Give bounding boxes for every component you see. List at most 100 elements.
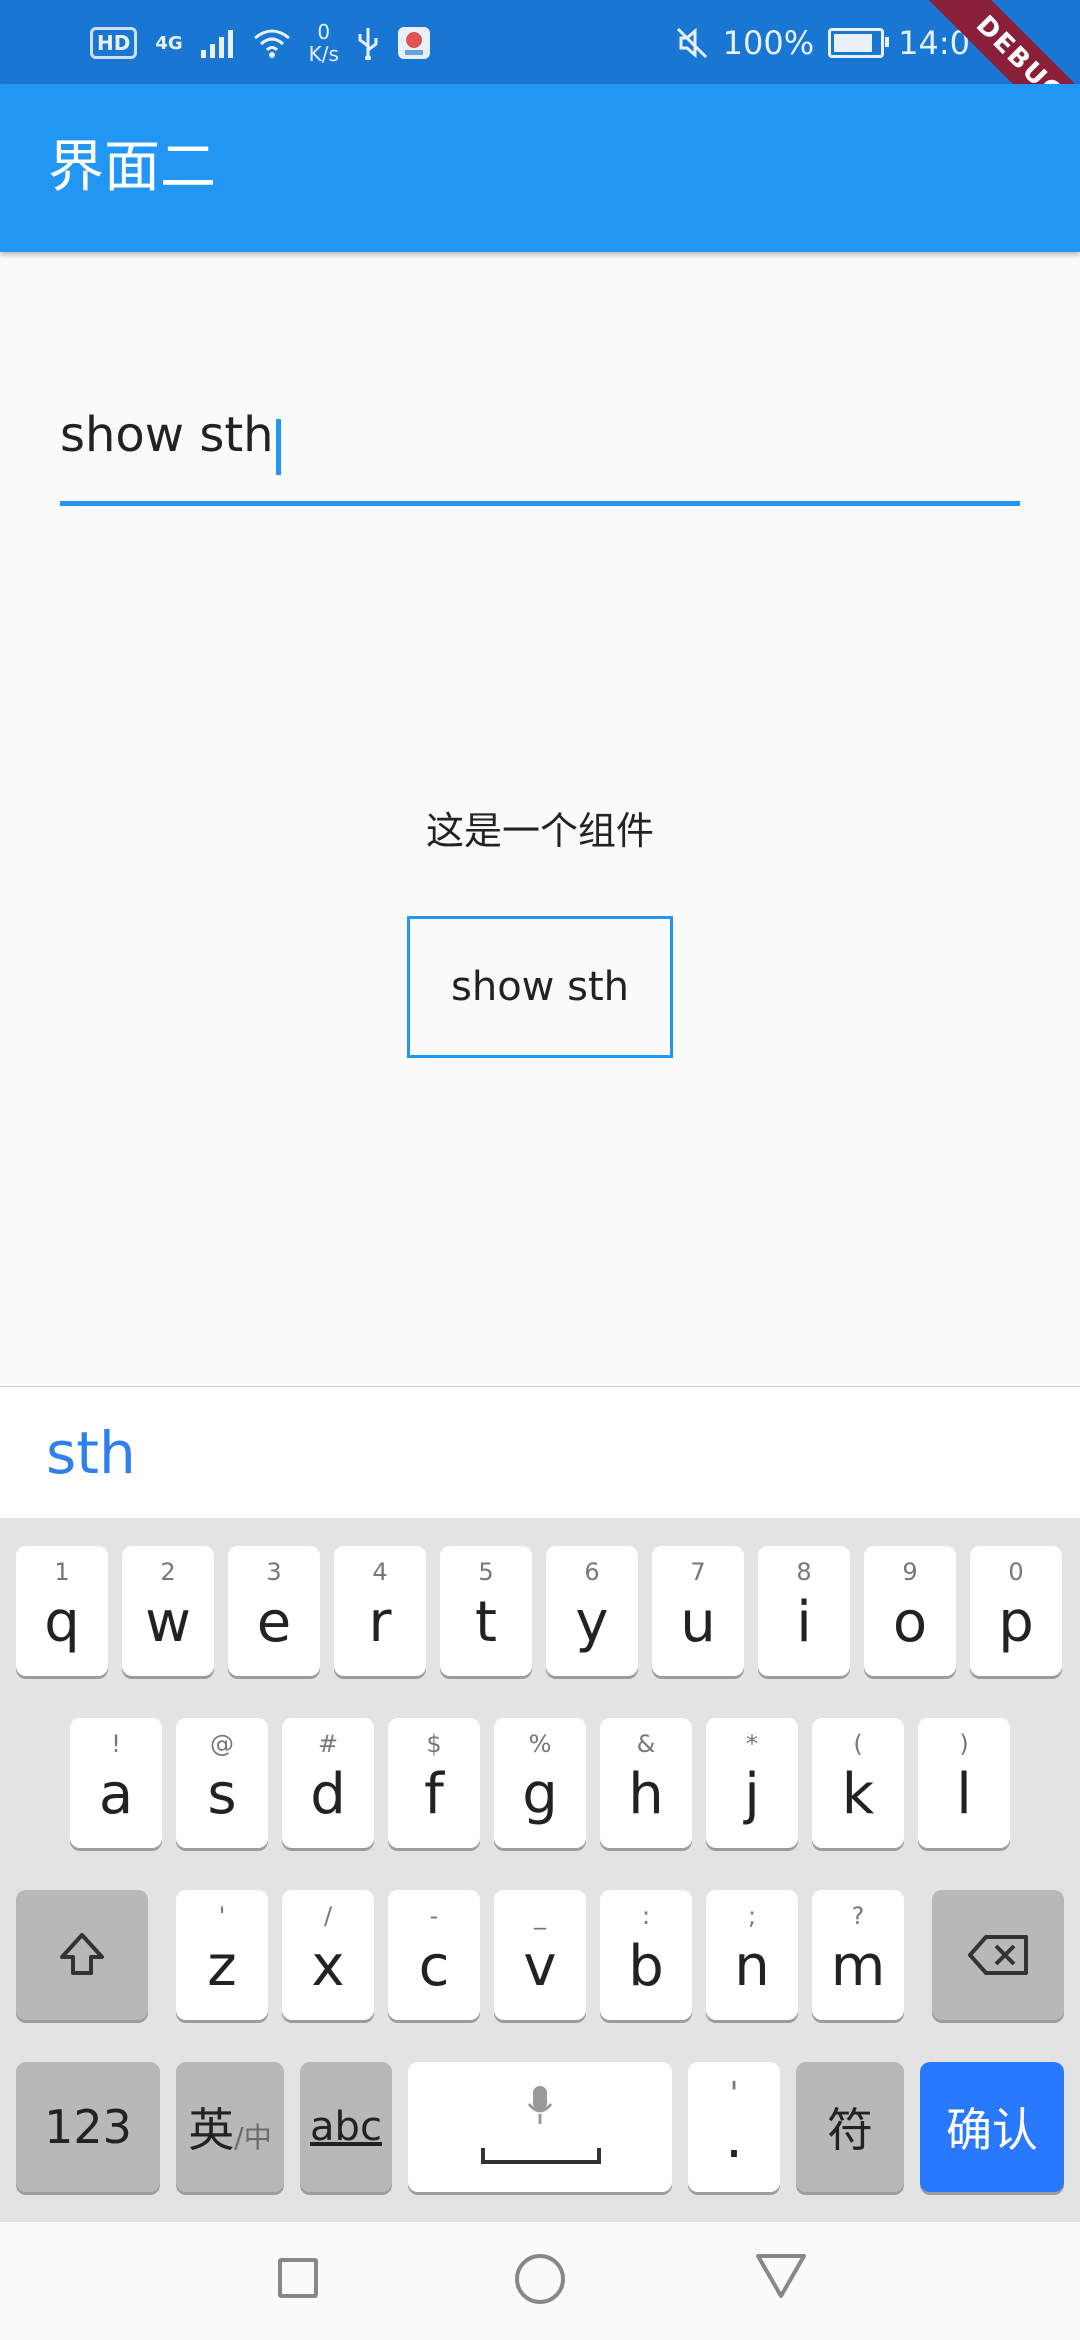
key-i-sub: 8 [796, 1558, 812, 1586]
key-a[interactable]: ! a [70, 1718, 162, 1848]
key-i[interactable]: 8i [758, 1546, 850, 1676]
numbers-key-label: 123 [44, 2100, 132, 2154]
language-switch-key[interactable]: 英/中 [176, 2062, 284, 2192]
key-j[interactable]: * j [706, 1718, 798, 1848]
confirm-key-label: 确认 [946, 2103, 1038, 2157]
key-i-label: i [796, 1590, 812, 1655]
key-k[interactable]: (k [812, 1718, 904, 1848]
language-main-label: 英 [188, 2103, 235, 2157]
hd-icon: HD [90, 27, 138, 59]
key-c[interactable]: -c [388, 1890, 480, 2020]
key-e[interactable]: 3e [228, 1546, 320, 1676]
backspace-icon [932, 1890, 1064, 2020]
key-p-label: p [998, 1590, 1034, 1655]
shift-key[interactable] [16, 1890, 148, 2020]
period-label: . [725, 2106, 743, 2171]
key-o[interactable]: 9o [864, 1546, 956, 1676]
symbols-key-label: 符 [827, 2103, 873, 2157]
key-x-label: x [311, 1934, 345, 1999]
key-a-label: a [98, 1762, 134, 1827]
network-speed-unit: K/s [308, 42, 339, 66]
text-input-field[interactable]: show sth [60, 390, 1020, 506]
soft-keyboard: 1q 2w 3e 4r 5t 6y 7u 8i 9o 0p ! a @ s # d $… [0, 1518, 1080, 2222]
numbers-key[interactable]: 123 [16, 2062, 160, 2192]
key-m-sub: ? [851, 1902, 865, 1930]
key-o-label: o [892, 1590, 928, 1655]
key-d[interactable]: # d [282, 1718, 374, 1848]
key-t-sub: 5 [478, 1558, 494, 1586]
wifi-icon [253, 29, 290, 58]
text-input-value[interactable]: show sth [60, 390, 274, 480]
key-l-label: l [956, 1762, 972, 1827]
language-switch-label: 英/中 [176, 2062, 284, 2192]
punctuation-key[interactable]: '. [688, 2062, 780, 2192]
key-r[interactable]: 4r [334, 1546, 426, 1676]
key-g[interactable]: % g [494, 1718, 586, 1848]
key-p[interactable]: 0p [970, 1546, 1062, 1676]
key-f-sub: $ [426, 1730, 442, 1758]
key-w-sub: 2 [160, 1558, 176, 1586]
key-j-sub: * [746, 1730, 758, 1758]
key-r-label: r [368, 1590, 392, 1655]
battery-icon [828, 28, 890, 58]
key-b[interactable]: :b [600, 1890, 692, 2020]
key-l-sub: ) [959, 1730, 969, 1758]
key-z[interactable]: ' z [176, 1890, 268, 2020]
back-icon[interactable] [755, 2252, 807, 2300]
key-u[interactable]: 7u [652, 1546, 744, 1676]
key-w[interactable]: 2w [122, 1546, 214, 1676]
key-u-label: u [680, 1590, 716, 1655]
key-t[interactable]: 5t [440, 1546, 532, 1676]
key-m-label: m [830, 1934, 886, 1999]
app-bar: 界面二 [0, 84, 1080, 252]
space-bar-icon [480, 2146, 602, 2170]
key-e-sub: 3 [266, 1558, 282, 1586]
key-n[interactable]: ; n [706, 1890, 798, 2020]
abc-key-label: abc [310, 2104, 382, 2150]
key-r-sub: 4 [372, 1558, 388, 1586]
key-m[interactable]: ? m [812, 1890, 904, 2020]
home-icon[interactable] [515, 2254, 565, 2304]
symbols-key[interactable]: 符 [796, 2062, 904, 2192]
abc-key[interactable]: abc [300, 2062, 392, 2192]
key-s-label: s [207, 1762, 237, 1827]
signal-icon [200, 30, 233, 58]
key-l[interactable]: ) l [918, 1718, 1010, 1848]
navigation-bar [0, 2222, 1080, 2340]
key-v[interactable]: _ v [494, 1890, 586, 2020]
key-a-sub: ! [111, 1730, 121, 1758]
recent-apps-icon[interactable] [278, 2258, 318, 2298]
key-c-sub: - [429, 1902, 439, 1930]
key-f[interactable]: $ f [388, 1718, 480, 1848]
key-g-label: g [522, 1762, 558, 1827]
key-x[interactable]: / x [282, 1890, 374, 2020]
key-h[interactable]: & h [600, 1718, 692, 1848]
network-speed-value: 0 [317, 20, 331, 44]
language-sub-label: /中 [234, 2121, 272, 2154]
key-z-label: z [207, 1934, 237, 1999]
key-f-label: f [424, 1762, 444, 1827]
widget-label: 这是一个组件 [425, 809, 654, 853]
network-speed: 0 K/s [309, 21, 339, 65]
show-sth-button[interactable]: show sth [407, 916, 673, 1058]
key-b-sub: : [641, 1902, 651, 1930]
backspace-key[interactable] [932, 1890, 1064, 2020]
suggestion-bar: sth [0, 1386, 1080, 1519]
key-s[interactable]: @ s [176, 1718, 268, 1848]
key-z-sub: ' [218, 1902, 226, 1930]
key-x-sub: / [323, 1902, 333, 1930]
space-key[interactable] [408, 2062, 672, 2192]
key-o-sub: 9 [902, 1558, 918, 1586]
confirm-key[interactable]: 确认 [920, 2062, 1064, 2192]
key-d-sub: # [317, 1730, 339, 1758]
key-s-sub: @ [210, 1730, 234, 1758]
key-p-sub: 0 [1008, 1558, 1024, 1586]
key-y[interactable]: 6y [546, 1546, 638, 1676]
battery-percent: 100% [722, 24, 815, 62]
key-y-sub: 6 [584, 1558, 600, 1586]
status-left-icons: HD 4G 0 K/s [90, 18, 431, 68]
shift-icon [16, 1890, 148, 2020]
suggestion-word[interactable]: sth [46, 1387, 136, 1519]
key-q[interactable]: 1q [16, 1546, 108, 1676]
key-e-label: e [256, 1590, 292, 1655]
